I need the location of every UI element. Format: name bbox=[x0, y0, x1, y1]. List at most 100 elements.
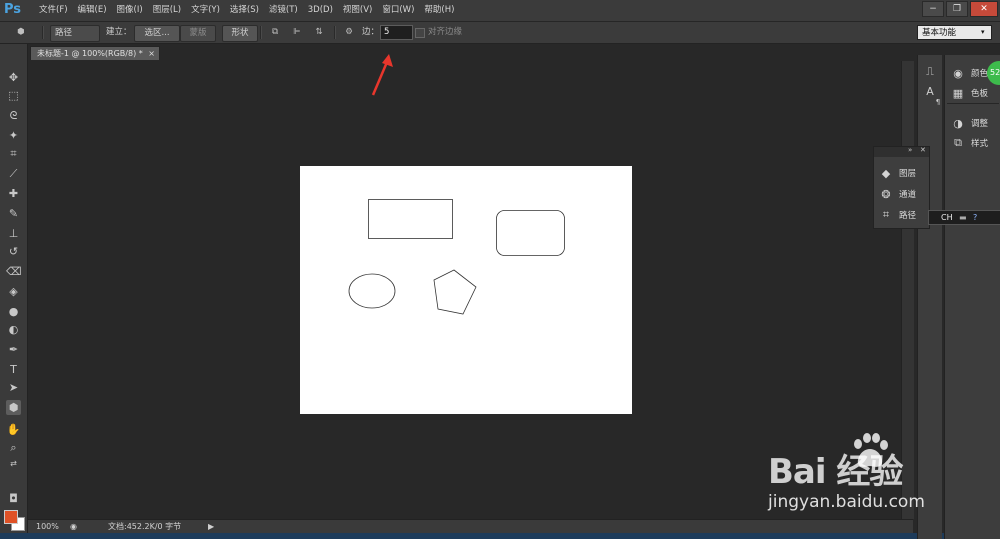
play-icon[interactable]: ▶ bbox=[208, 520, 214, 534]
gear-icon[interactable]: ⚙ bbox=[342, 25, 356, 40]
options-bar: ⬢ 路径 建立： 选区... 蒙版 形状 ⧉ ⊫ ⇅ ⚙ 边： 5 对齐边缘 基… bbox=[0, 22, 1000, 44]
path-arrangement-icon[interactable]: ⇅ bbox=[312, 25, 326, 40]
panel-label: 色板 bbox=[971, 89, 989, 99]
dock-panel-swatches[interactable]: ▦ 色板 bbox=[951, 85, 988, 101]
zoom-level[interactable]: 100% bbox=[36, 520, 59, 534]
floating-panel-group: » ✕ ◆ 图层 ❂ 通道 ⌗ 路径 bbox=[873, 146, 930, 229]
pen-tool-icon[interactable]: ✒ bbox=[6, 342, 21, 357]
clone-stamp-tool-icon[interactable]: ⊥ bbox=[6, 226, 21, 241]
canvas-paths bbox=[348, 199, 565, 315]
path-alignment-icon[interactable]: ⊫ bbox=[290, 25, 304, 40]
pentagon-path[interactable] bbox=[433, 269, 477, 315]
brush-tool-icon[interactable]: ✎ bbox=[6, 206, 21, 221]
sides-label: 边： bbox=[362, 27, 380, 37]
panel-label: 样式 bbox=[971, 139, 989, 149]
marquee-tool-icon[interactable]: ⬚ bbox=[6, 88, 21, 103]
foreground-color-swatch[interactable] bbox=[4, 510, 18, 524]
close-icon[interactable]: × bbox=[148, 47, 155, 61]
document-canvas[interactable] bbox=[300, 166, 632, 414]
swap-colors-icon[interactable]: ⇄ bbox=[6, 456, 21, 471]
dock-panel-adjustments[interactable]: ◑ 调整 bbox=[951, 115, 988, 131]
keyboard-icon[interactable]: ▬ bbox=[959, 211, 967, 224]
hand-tool-icon[interactable]: ✋ bbox=[6, 422, 21, 437]
divider bbox=[260, 26, 262, 39]
paint-bucket-tool-icon[interactable]: ◈ bbox=[6, 284, 21, 299]
quick-mask-icon[interactable]: ◘ bbox=[6, 491, 21, 506]
history-brush-tool-icon[interactable]: ↺ bbox=[6, 244, 21, 259]
blur-tool-icon[interactable]: ● bbox=[6, 304, 21, 319]
layers-icon: ◆ bbox=[881, 166, 891, 180]
rounded-rectangle-path[interactable] bbox=[496, 210, 565, 256]
tools-panel: ✥⬚ᘓ✦⌗⟋✚✎⊥↺⌫◈●◐✒T➤⬢✋⌕ ⇄ ◘ ▭ bbox=[0, 44, 28, 539]
menu-item[interactable]: 图层(L) bbox=[148, 0, 186, 21]
dock-panel-styles[interactable]: ⧉ 样式 bbox=[951, 135, 988, 151]
dodge-tool-icon[interactable]: ◐ bbox=[6, 322, 21, 337]
panel-label: 调整 bbox=[971, 119, 989, 129]
menu-item[interactable]: 帮助(H) bbox=[419, 0, 459, 21]
eyedropper-tool-icon[interactable]: ⟋ bbox=[6, 166, 21, 181]
path-operations-icon[interactable]: ⧉ bbox=[268, 25, 282, 40]
menu-item[interactable]: 图像(I) bbox=[112, 0, 148, 21]
minimize-button[interactable]: − bbox=[922, 1, 944, 17]
menu-items: 文件(F) 编辑(E) 图像(I) 图层(L) 文字(Y) 选择(S) 滤镜(T) 3D(D)… bbox=[34, 0, 459, 21]
paragraph-icon[interactable]: ¶ bbox=[931, 95, 945, 109]
menu-item[interactable]: 窗口(W) bbox=[377, 0, 419, 21]
menu-item[interactable]: 文件(F) bbox=[34, 0, 73, 21]
help-icon[interactable]: ? bbox=[973, 211, 977, 224]
lasso-tool-icon[interactable]: ᘓ bbox=[6, 108, 21, 123]
history-icon[interactable]: ⎍ bbox=[923, 65, 937, 79]
palette-icon: ◉ bbox=[953, 66, 963, 80]
align-edges-checkbox[interactable] bbox=[415, 28, 425, 38]
close-icon[interactable]: ✕ bbox=[920, 146, 926, 154]
menu-item[interactable]: 视图(V) bbox=[338, 0, 377, 21]
shape-tool-icon[interactable]: ⬢ bbox=[6, 400, 21, 415]
make-selection-button[interactable]: 选区... bbox=[134, 25, 180, 42]
type-tool-icon[interactable]: T bbox=[6, 362, 21, 377]
move-tool-icon[interactable]: ✥ bbox=[6, 70, 21, 85]
status-bar: 100% ◉ 文档:452.2K/0 字节 ▶ bbox=[28, 519, 913, 534]
menu-item[interactable]: 编辑(E) bbox=[73, 0, 112, 21]
dock-panel-palette[interactable]: ◉ 颜色 bbox=[951, 65, 988, 81]
make-label: 建立： bbox=[106, 27, 132, 37]
document-info: 文档:452.2K/0 字节 bbox=[108, 522, 182, 531]
divider bbox=[42, 26, 44, 39]
panel-label: 通道 bbox=[899, 190, 917, 200]
panel-label: 路径 bbox=[899, 211, 917, 221]
make-mask-button[interactable]: 蒙版 bbox=[180, 25, 216, 42]
shape-preset-icon[interactable]: ⬢ bbox=[14, 25, 28, 40]
healing-brush-tool-icon[interactable]: ✚ bbox=[6, 186, 21, 201]
eraser-tool-icon[interactable]: ⌫ bbox=[6, 264, 22, 279]
menu-item[interactable]: 3D(D) bbox=[303, 0, 338, 21]
chevron-down-icon: ▾ bbox=[981, 28, 985, 36]
close-button[interactable]: ✕ bbox=[970, 1, 998, 17]
path-selection-tool-icon[interactable]: ➤ bbox=[6, 380, 21, 395]
menu-item[interactable]: 选择(S) bbox=[225, 0, 264, 21]
input-method-bar[interactable]: CH ▬ ? bbox=[928, 210, 1000, 225]
status-menu-icon[interactable]: ◉ bbox=[70, 520, 77, 534]
crop-tool-icon[interactable]: ⌗ bbox=[6, 146, 21, 161]
ellipse-path[interactable] bbox=[348, 273, 396, 309]
photoshop-logo: Ps bbox=[4, 2, 22, 17]
float-panel-channels[interactable]: ❂ 通道 bbox=[879, 186, 916, 202]
divider bbox=[947, 103, 999, 104]
restore-button[interactable]: ❐ bbox=[946, 1, 968, 17]
make-shape-button[interactable]: 形状 bbox=[222, 25, 258, 42]
menu-item[interactable]: 文字(Y) bbox=[186, 0, 225, 21]
expand-icon[interactable]: » bbox=[908, 146, 912, 154]
adjustments-icon: ◑ bbox=[953, 116, 963, 130]
zoom-tool-icon[interactable]: ⌕ bbox=[6, 440, 21, 455]
float-panel-layers[interactable]: ◆ 图层 bbox=[879, 165, 916, 181]
rectangle-path[interactable] bbox=[368, 199, 453, 239]
styles-icon: ⧉ bbox=[954, 136, 962, 149]
float-panel-paths[interactable]: ⌗ 路径 bbox=[879, 207, 916, 223]
magic-wand-tool-icon[interactable]: ✦ bbox=[6, 128, 21, 143]
tool-mode-select[interactable]: 路径 bbox=[50, 25, 100, 42]
divider bbox=[334, 26, 336, 39]
paths-icon: ⌗ bbox=[882, 208, 890, 221]
ime-language: CH bbox=[941, 213, 953, 222]
align-edges-label: 对齐边缘 bbox=[428, 27, 463, 37]
menu-item[interactable]: 滤镜(T) bbox=[264, 0, 303, 21]
document-tab[interactable]: 未标题-1 @ 100%(RGB/8) * × bbox=[30, 46, 160, 60]
sides-input[interactable]: 5 bbox=[380, 25, 413, 40]
document-tab-title: 未标题-1 @ 100%(RGB/8) * bbox=[37, 49, 143, 58]
